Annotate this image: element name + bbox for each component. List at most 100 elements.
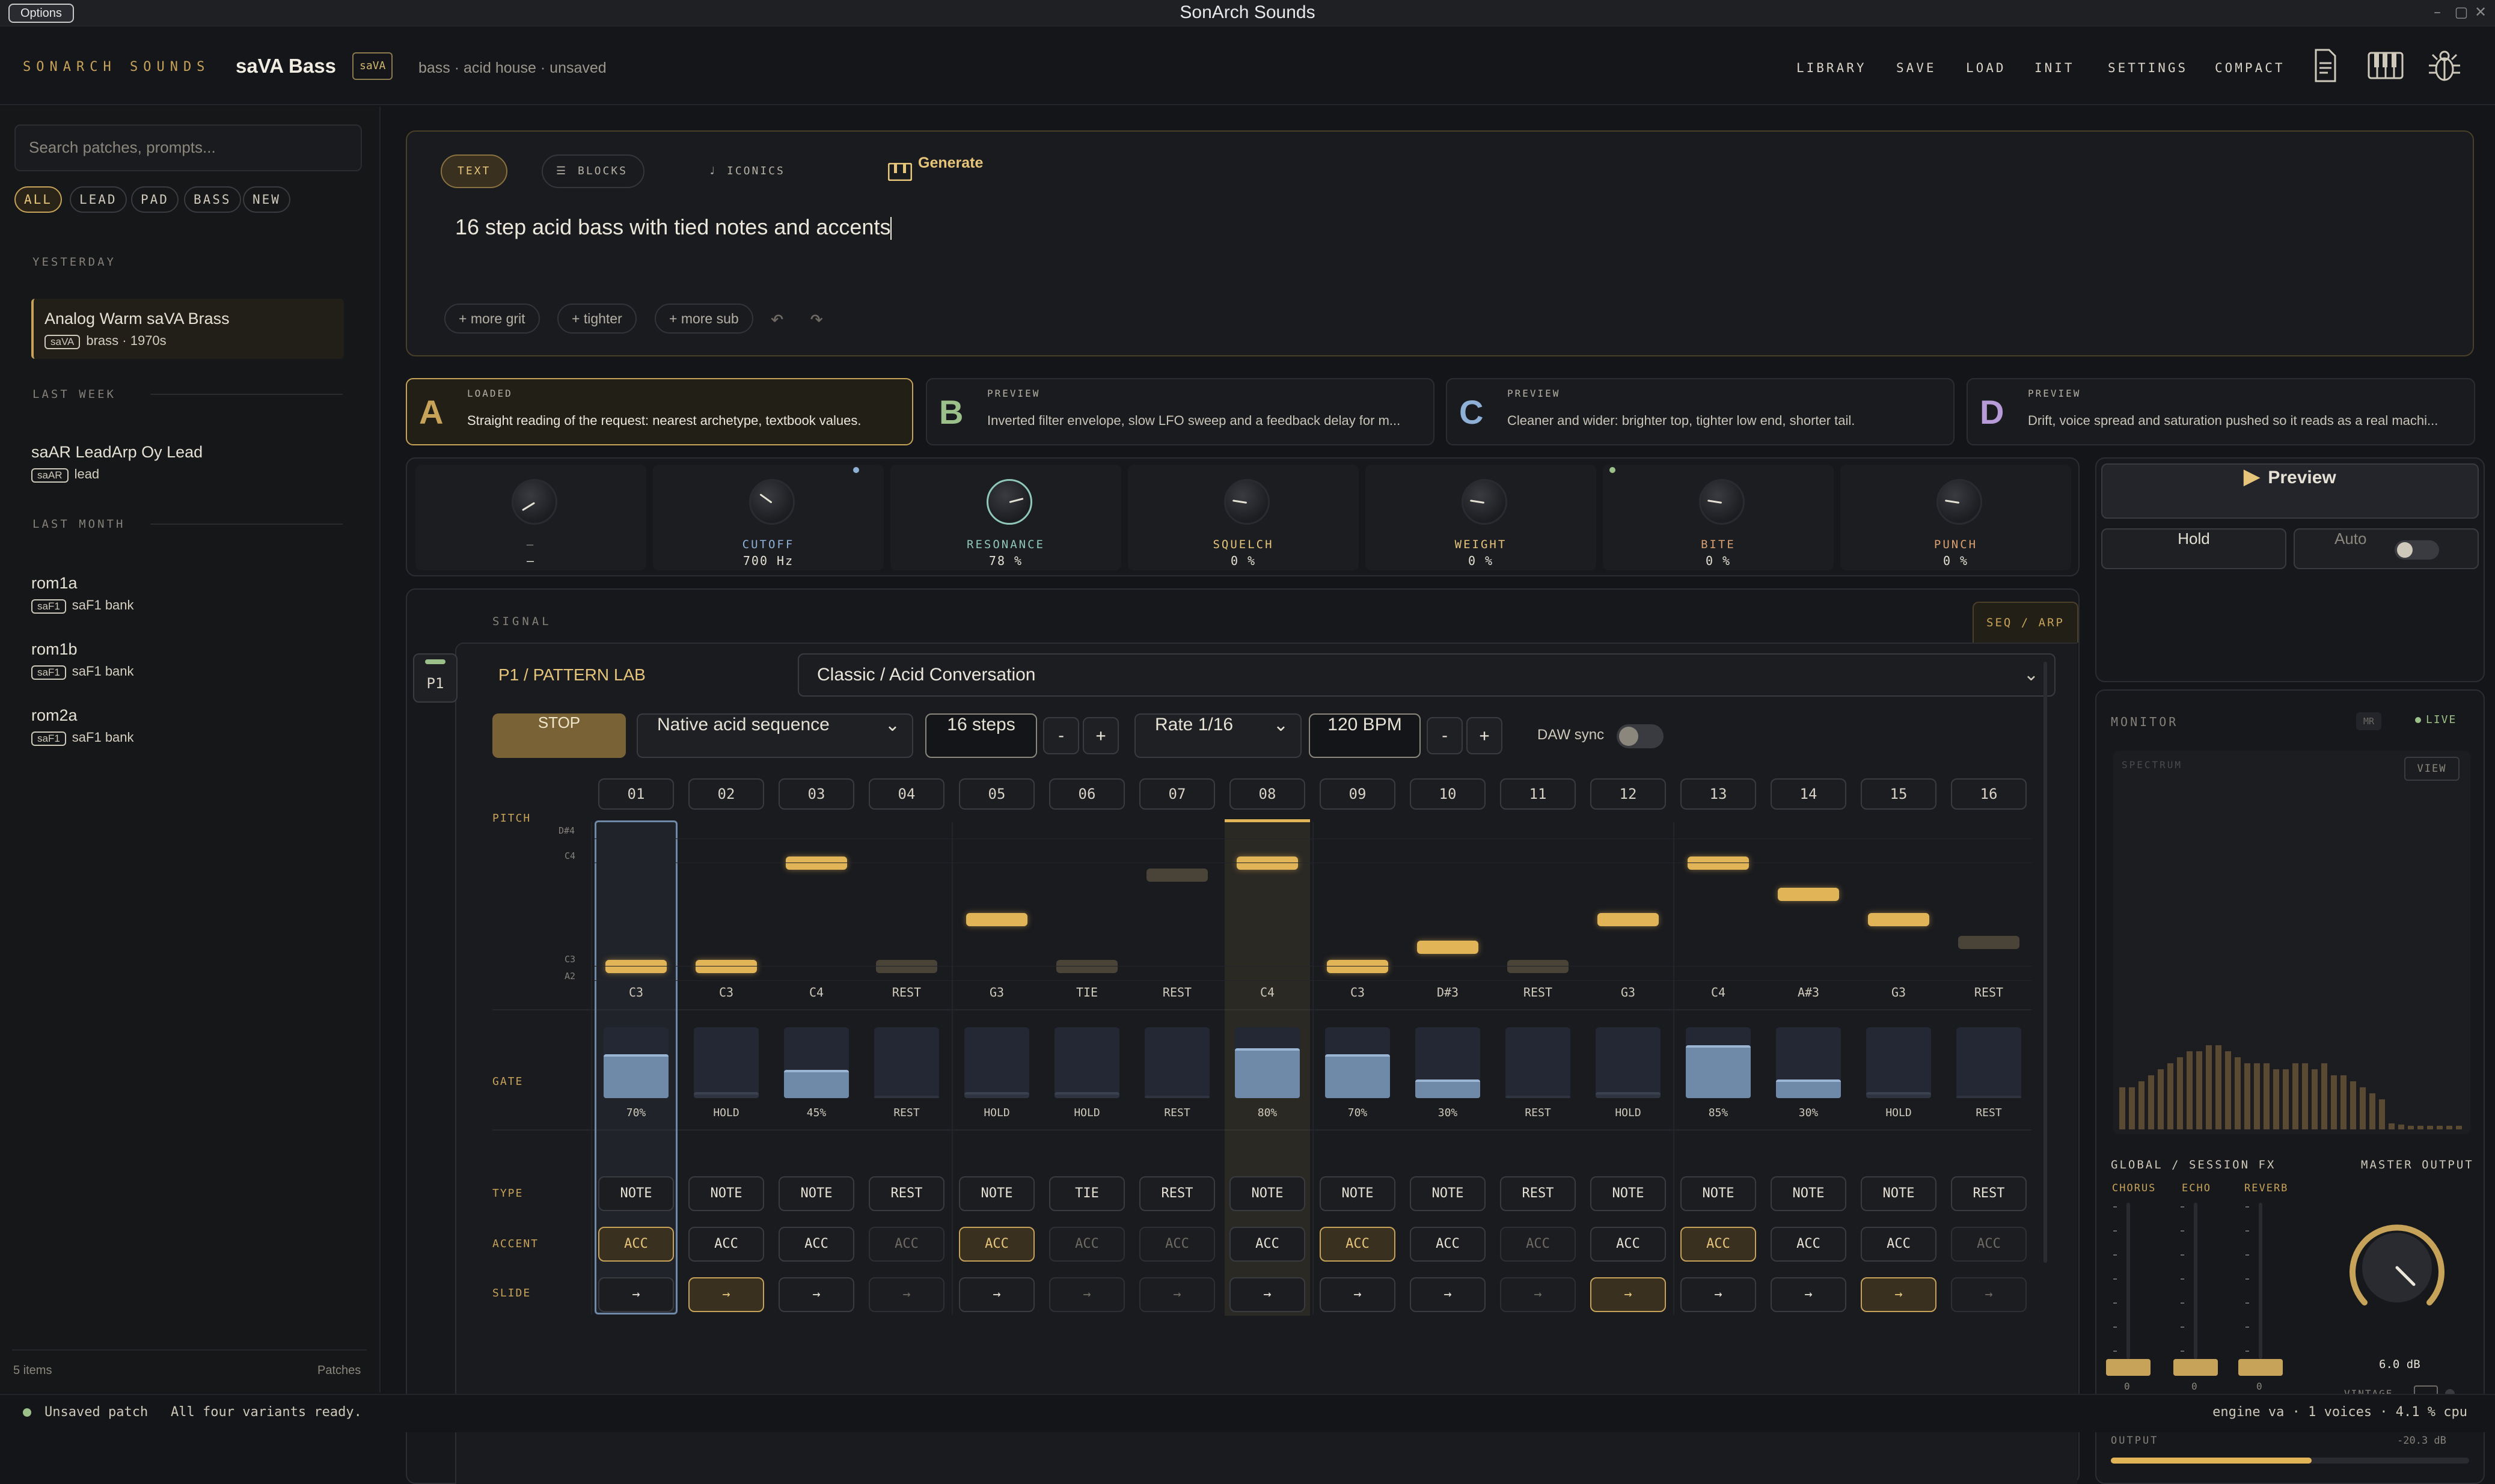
accent-button[interactable]: ACC	[779, 1227, 854, 1262]
patch-item-rom1a[interactable]: rom1a saF1 saF1 bank	[31, 574, 344, 614]
macro-knob[interactable]	[749, 479, 795, 525]
nav-init[interactable]: INIT	[2034, 61, 2075, 75]
slide-button[interactable]: →	[1229, 1277, 1305, 1312]
piano-icon[interactable]	[2364, 44, 2407, 87]
type-button[interactable]: NOTE	[1229, 1176, 1305, 1211]
slide-button[interactable]: →	[1680, 1277, 1756, 1312]
step-number[interactable]: 07	[1139, 778, 1215, 810]
gate-bar[interactable]	[874, 1096, 939, 1098]
steps-increment-button[interactable]: +	[1083, 717, 1119, 754]
pitch-note[interactable]	[1778, 888, 1839, 901]
document-icon[interactable]	[2304, 44, 2347, 87]
variant-a[interactable]: A LOADED Straight reading of the request…	[406, 378, 913, 445]
type-button[interactable]: NOTE	[1861, 1176, 1936, 1211]
accent-button[interactable]: ACC	[1410, 1227, 1486, 1262]
patch-item-rom1b[interactable]: rom1b saF1 saF1 bank	[31, 640, 344, 680]
steps-decrement-button[interactable]: -	[1043, 717, 1079, 754]
step-number[interactable]: 11	[1500, 778, 1576, 810]
pitch-note[interactable]	[1688, 857, 1749, 870]
mode-tab-blocks[interactable]: ☰ BLOCKS	[542, 154, 645, 188]
gate-bar[interactable]	[694, 1092, 759, 1098]
type-button[interactable]: NOTE	[779, 1176, 854, 1211]
pitch-note[interactable]	[605, 960, 667, 973]
type-button[interactable]: TIE	[1049, 1176, 1125, 1211]
filter-bass[interactable]: BASS	[184, 186, 241, 213]
redo-icon[interactable]: ↷	[810, 305, 824, 331]
type-button[interactable]: REST	[1951, 1176, 2027, 1211]
pitch-note[interactable]	[1237, 857, 1298, 870]
gate-bar[interactable]	[1505, 1096, 1570, 1098]
pitch-note[interactable]	[1417, 941, 1478, 954]
gate-bar[interactable]	[1145, 1096, 1210, 1098]
stop-button[interactable]: STOP	[492, 713, 626, 758]
slide-button[interactable]: →	[1500, 1277, 1576, 1312]
type-button[interactable]: NOTE	[688, 1176, 764, 1211]
prompt-input[interactable]: 16 step acid bass with tied notes and ac…	[455, 215, 892, 240]
pitch-note[interactable]	[786, 857, 847, 870]
generate-button[interactable]: Generate	[882, 154, 983, 188]
macro-knob[interactable]	[1936, 479, 1982, 525]
tab-seq-arp[interactable]: SEQ / ARP	[1973, 602, 2078, 643]
slide-button[interactable]: →	[1320, 1277, 1395, 1312]
accent-button[interactable]: ACC	[1771, 1227, 1846, 1262]
accent-button[interactable]: ACC	[1139, 1227, 1215, 1262]
chip-more-grit[interactable]: + more grit	[444, 304, 540, 334]
step-number[interactable]: 02	[688, 778, 764, 810]
scrollbar[interactable]	[2043, 662, 2047, 1263]
step-number[interactable]: 14	[1771, 778, 1846, 810]
chip-tighter[interactable]: + tighter	[557, 304, 637, 334]
step-number[interactable]: 16	[1951, 778, 2027, 810]
type-button[interactable]: NOTE	[1771, 1176, 1846, 1211]
steps-input[interactable]: 16 steps	[925, 713, 1037, 758]
variant-d[interactable]: D PREVIEW Drift, voice spread and satura…	[1967, 378, 2475, 445]
patch-name[interactable]: saVA Bass	[236, 55, 336, 78]
pitch-note[interactable]	[1597, 913, 1659, 926]
variant-c[interactable]: C PREVIEW Cleaner and wider: brighter to…	[1446, 378, 1955, 445]
gate-bar[interactable]	[784, 1070, 849, 1098]
macro-knob[interactable]	[1699, 479, 1745, 525]
hold-button[interactable]: Hold	[2101, 528, 2286, 569]
type-button[interactable]: NOTE	[1410, 1176, 1486, 1211]
pitch-note[interactable]	[876, 960, 937, 973]
patch-item-rom2a[interactable]: rom2a saF1 saF1 bank	[31, 706, 344, 746]
slide-button[interactable]: →	[1590, 1277, 1666, 1312]
accent-button[interactable]: ACC	[959, 1227, 1035, 1262]
gate-bar[interactable]	[1325, 1054, 1390, 1098]
pitch-note[interactable]	[1868, 913, 1929, 926]
filter-pad[interactable]: PAD	[131, 186, 179, 213]
pitch-note[interactable]	[1958, 936, 2019, 949]
slide-button[interactable]: →	[869, 1277, 944, 1312]
search-input[interactable]: Search patches, prompts...	[14, 124, 362, 171]
slide-button[interactable]: →	[598, 1277, 674, 1312]
monitor-mode-chip[interactable]: MR	[2356, 712, 2382, 730]
step-number[interactable]: 15	[1861, 778, 1936, 810]
step-number[interactable]: 12	[1590, 778, 1666, 810]
slide-button[interactable]: →	[1139, 1277, 1215, 1312]
step-number[interactable]: 13	[1680, 778, 1756, 810]
type-button[interactable]: REST	[1500, 1176, 1576, 1211]
filter-new[interactable]: NEW	[243, 186, 290, 213]
gate-bar[interactable]	[604, 1054, 669, 1098]
step-number[interactable]: 06	[1049, 778, 1125, 810]
type-button[interactable]: NOTE	[1680, 1176, 1756, 1211]
nav-load[interactable]: LOAD	[1966, 61, 2006, 75]
preset-select[interactable]: Classic / Acid Conversation ⌄	[798, 653, 2056, 697]
step-number[interactable]: 09	[1320, 778, 1395, 810]
minimize-icon[interactable]: –	[2429, 4, 2446, 20]
macro-knob[interactable]	[512, 479, 557, 525]
bpm-decrement-button[interactable]: -	[1427, 717, 1463, 754]
macro-knob[interactable]	[1224, 479, 1270, 525]
pitch-note[interactable]	[966, 913, 1027, 926]
type-button[interactable]: NOTE	[598, 1176, 674, 1211]
master-output-knob[interactable]	[2343, 1214, 2451, 1322]
slide-button[interactable]: →	[688, 1277, 764, 1312]
chip-more-sub[interactable]: + more sub	[655, 304, 753, 334]
gate-bar[interactable]	[1956, 1096, 2021, 1098]
macro-knob[interactable]	[1462, 479, 1507, 525]
type-button[interactable]: REST	[869, 1176, 944, 1211]
accent-button[interactable]: ACC	[1049, 1227, 1125, 1262]
bpm-increment-button[interactable]: +	[1466, 717, 1502, 754]
step-number[interactable]: 01	[598, 778, 674, 810]
pitch-note[interactable]	[1146, 869, 1208, 882]
accent-button[interactable]: ACC	[598, 1227, 674, 1262]
